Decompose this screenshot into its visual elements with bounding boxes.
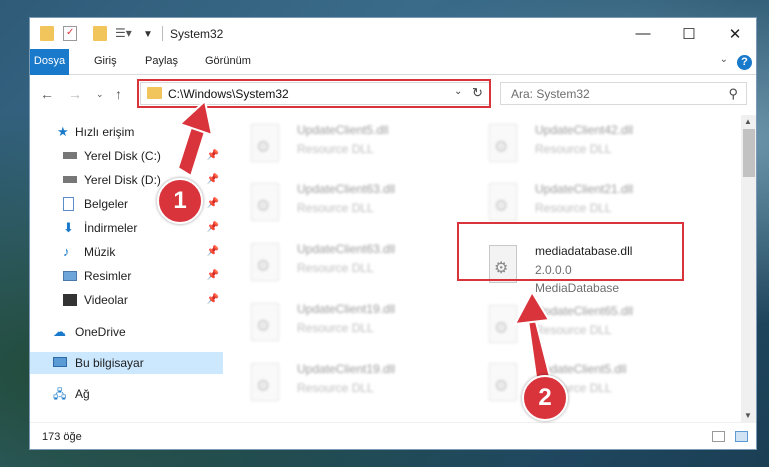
step-2-badge: 2: [522, 375, 568, 421]
arrow-2-head: [513, 289, 551, 326]
step-1-badge: 1: [157, 178, 203, 224]
annotation-arrows: [176, 99, 554, 393]
arrow-1-head: [178, 99, 214, 137]
